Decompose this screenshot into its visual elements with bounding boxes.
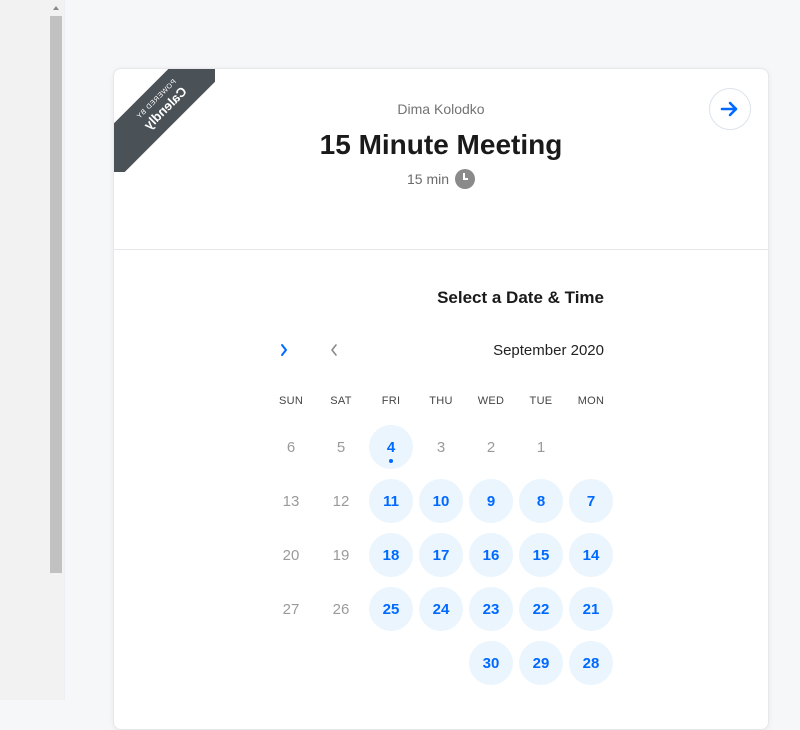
calendar-day-unavailable: 2 <box>486 438 496 456</box>
chevron-right-icon <box>281 344 287 356</box>
calendar-day-unavailable: 3 <box>436 438 446 456</box>
calendar-day-available[interactable]: 11 <box>369 479 413 523</box>
next-month-button[interactable] <box>276 340 292 360</box>
section-title: Select a Date & Time <box>437 288 604 307</box>
calendar-day-unavailable: 27 <box>282 600 300 618</box>
weekday-label: THU <box>429 395 453 407</box>
arrow-right-icon <box>720 101 738 117</box>
calendar-day-available[interactable]: 17 <box>419 533 463 577</box>
event-title: 15 Minute Meeting <box>319 129 563 160</box>
calendar-day-available[interactable]: 18 <box>369 533 413 577</box>
calendar-day-unavailable: 5 <box>336 438 346 456</box>
scroll-up-arrow[interactable] <box>50 3 62 13</box>
weekday-label: SUN <box>278 395 304 407</box>
calendar-day-available[interactable]: 30 <box>469 641 513 685</box>
duration-row: 15 min <box>114 169 768 189</box>
calendar-day-unavailable: 6 <box>286 438 296 456</box>
calendar-day-unavailable: 12 <box>332 492 350 510</box>
calendar-day-available[interactable]: 4 <box>369 425 413 469</box>
calendar-day-available[interactable]: 9 <box>469 479 513 523</box>
scroll-thumb[interactable] <box>50 16 62 573</box>
host-name: Dima Kolodko <box>397 101 485 117</box>
weekday-label: MON <box>577 395 605 407</box>
calendar-day-unavailable: 19 <box>332 546 350 564</box>
calendar-day-available[interactable]: 8 <box>519 479 563 523</box>
next-button[interactable] <box>709 88 751 130</box>
calendar-day-unavailable: 1 <box>536 438 546 456</box>
calendar-day-available[interactable]: 29 <box>519 641 563 685</box>
calendar-day-available[interactable]: 7 <box>569 479 613 523</box>
month-label: September 2020 <box>493 342 604 359</box>
calendar-day-available[interactable]: 16 <box>469 533 513 577</box>
calendar-day-available[interactable]: 14 <box>569 533 613 577</box>
calendar-day-available[interactable]: 10 <box>419 479 463 523</box>
prev-month-button[interactable] <box>326 340 342 360</box>
calendar-day-available[interactable]: 25 <box>369 587 413 631</box>
calendar-day-available[interactable]: 28 <box>569 641 613 685</box>
booking-card: POWERED BY Calendly Dima Kolodko 15 Minu… <box>113 68 769 730</box>
calendar-day-available[interactable]: 22 <box>519 587 563 631</box>
scrollbar[interactable] <box>50 0 62 575</box>
weekday-label: SAT <box>330 395 352 407</box>
calendar-day-unavailable: 13 <box>282 492 300 510</box>
event-header: POWERED BY Calendly Dima Kolodko 15 Minu… <box>114 69 768 250</box>
calendar-day-available[interactable]: 23 <box>469 587 513 631</box>
calendar-day-available[interactable]: 21 <box>569 587 613 631</box>
weekday-label: TUE <box>529 395 553 407</box>
calendar-day-unavailable: 26 <box>332 600 350 618</box>
clock-icon <box>455 169 476 189</box>
weekday-label: FRI <box>381 395 401 407</box>
weekday-label: WED <box>477 395 505 407</box>
duration-text: 15 min <box>406 171 450 187</box>
calendar-day-available[interactable]: 15 <box>519 533 563 577</box>
calendar-day-available[interactable]: 24 <box>419 587 463 631</box>
chevron-left-icon <box>331 344 337 356</box>
calendar-day-unavailable: 20 <box>282 546 300 564</box>
